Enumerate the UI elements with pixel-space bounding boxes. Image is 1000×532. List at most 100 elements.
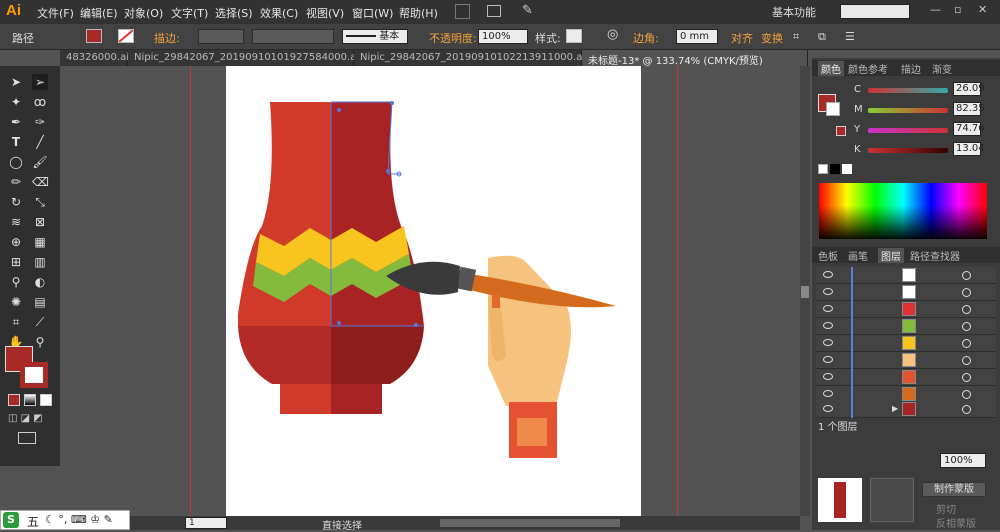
lasso-icon[interactable]: ꝏ [32,94,48,110]
perspective-grid-icon[interactable]: ▦ [32,234,48,250]
gpu-icon[interactable]: ✎ [522,3,533,18]
opacity-field[interactable]: 100% [478,29,528,44]
tab-brushes[interactable]: 画笔 [848,248,868,263]
search-input[interactable] [840,4,910,19]
warp-tool-icon[interactable]: ≋ [8,214,24,230]
color-spectrum[interactable] [819,183,987,239]
tab-swatches[interactable]: 色板 [818,248,838,263]
tab-document-3[interactable]: Nipic_29842067_20190910102213911000.ai* [354,50,590,66]
menu-select[interactable]: 选择(S) [215,5,253,21]
column-graph-icon[interactable]: ▤ [32,294,48,310]
layer-row[interactable] [816,335,996,352]
scrollbar-thumb[interactable] [801,286,809,298]
blend-tool-icon[interactable]: ◐ [32,274,48,290]
graphic-style-swatch[interactable] [566,29,582,43]
eraser-tool-icon[interactable]: ⌫ [32,174,49,190]
none-swatch[interactable] [818,164,828,174]
drawing-modes-icon[interactable]: ◫ ◪ ◩ [8,413,52,425]
minimize-icon[interactable]: — [930,3,941,16]
artboard-number-field[interactable]: 1 [185,517,227,529]
type-tool-icon[interactable]: T [8,134,24,150]
ime-mode[interactable]: 五 [27,513,39,530]
menu-type[interactable]: 文字(T) [171,5,208,21]
gradient-mode-button[interactable] [24,394,36,406]
stroke-swatch[interactable] [118,29,134,43]
symbol-sprayer-icon[interactable]: ✺ [8,294,24,310]
make-mask-button[interactable]: 制作蒙版 [922,482,986,497]
stroke-label[interactable]: 描边: [154,30,180,46]
channel-y-value[interactable]: 74.76 [953,122,985,136]
white-swatch[interactable] [842,164,852,174]
artwork[interactable] [226,66,641,516]
isolate-icon[interactable]: ⌗ [793,30,799,44]
screen-mode-icon[interactable] [18,432,36,444]
line-tool-icon[interactable]: ╱ [32,134,48,150]
out-of-gamut-swatch[interactable] [836,126,846,136]
channel-c-slider[interactable] [868,88,948,93]
opacity-label[interactable]: 不透明度: [429,30,477,46]
artboard-tool-icon[interactable]: ⌗ [8,314,24,330]
visibility-eye-icon[interactable] [823,322,833,329]
target-icon[interactable] [962,373,971,382]
target-icon[interactable] [962,305,971,314]
visibility-eye-icon[interactable] [823,373,833,380]
tab-color[interactable]: 颜色 [818,61,844,76]
paintbrush-tool-icon[interactable]: 🖌 [32,154,48,170]
target-icon[interactable] [962,356,971,365]
stroke-color-box[interactable] [20,362,48,388]
layer-row[interactable] [816,284,996,301]
color-mode-button[interactable] [8,394,20,406]
menu-effect[interactable]: 效果(C) [260,5,298,21]
layer-row[interactable] [816,352,996,369]
visibility-eye-icon[interactable] [823,356,833,363]
select-similar-icon[interactable]: ⧉ [818,30,826,44]
channel-k-slider[interactable] [868,148,948,153]
shape-builder-icon[interactable]: ⊕ [8,234,24,250]
pencil-tool-icon[interactable]: ✏ [8,174,24,190]
visibility-eye-icon[interactable] [823,339,833,346]
zoom-tool-icon[interactable]: ⚲ [32,334,48,350]
menu-object[interactable]: 对象(O) [124,5,163,21]
pen-tool-icon[interactable]: ✒ [8,114,24,130]
layer-row[interactable] [816,318,996,335]
expand-arrow-icon[interactable]: ▶ [892,404,898,413]
mesh-tool-icon[interactable]: ⊞ [8,254,24,270]
arrange-documents-icon[interactable] [487,5,501,17]
direct-selection-tool-icon[interactable]: ➢ [32,74,48,90]
layer-row[interactable]: ▶ [816,401,996,418]
variable-width-select[interactable] [252,29,334,44]
tab-layers[interactable]: 图层 [878,248,904,263]
corner-label[interactable]: 边角: [633,30,659,46]
menu-edit[interactable]: 编辑(E) [80,5,118,21]
panel-stroke-swatch[interactable] [826,102,840,116]
menu-window[interactable]: 窗口(W) [352,5,393,21]
selection-tool-icon[interactable]: ➤ [8,74,24,90]
target-icon[interactable] [962,390,971,399]
fill-swatch[interactable] [86,29,102,43]
tab-document-2[interactable]: Nipic_29842067_20190910101927584000.ai* [128,50,364,66]
visibility-eye-icon[interactable] [823,271,833,278]
artboard[interactable] [226,66,641,516]
menu-help[interactable]: 帮助(H) [399,5,438,21]
rotate-tool-icon[interactable]: ↻ [8,194,24,210]
curvature-tool-icon[interactable]: ✑ [32,114,48,130]
magic-wand-icon[interactable]: ✦ [8,94,24,110]
mask-thumbnail[interactable] [870,478,914,522]
stroke-style-select[interactable]: 基本 [342,29,408,44]
channel-k-value[interactable]: 13.04 [953,142,985,156]
transparency-opacity-field[interactable]: 100% [940,453,986,468]
ime-logo-icon[interactable]: S [3,512,19,528]
stroke-weight-select[interactable] [198,29,244,44]
channel-m-slider[interactable] [868,108,948,113]
menu-file[interactable]: 文件(F) [37,5,74,21]
tab-gradient[interactable]: 渐变 [932,61,952,76]
target-icon[interactable] [962,288,971,297]
restore-icon[interactable]: ▫ [954,3,961,16]
tab-document-active[interactable]: 未标题-13* @ 133.74% (CMYK/预览) [582,50,808,67]
eyedropper-tool-icon[interactable]: ⚲ [8,274,24,290]
workspace-switcher[interactable]: 基本功能 [772,4,816,20]
layer-row[interactable] [816,267,996,284]
gradient-tool-icon[interactable]: ▥ [32,254,48,270]
target-icon[interactable] [962,405,971,414]
scale-tool-icon[interactable]: ⤡ [32,194,48,210]
